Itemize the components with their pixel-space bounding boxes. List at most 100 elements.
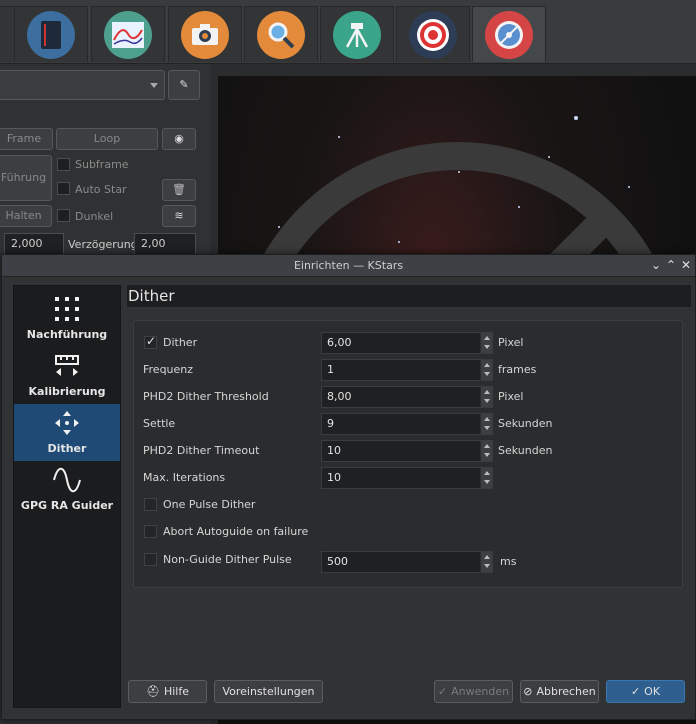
spin-buttons[interactable]	[480, 360, 492, 380]
camera-icon	[181, 10, 229, 59]
unit-label: Pixel	[498, 336, 524, 349]
module-tab-mount[interactable]	[320, 6, 394, 62]
star	[574, 116, 578, 120]
module-tab-alignment[interactable]	[91, 6, 165, 62]
page-title: Dither	[127, 285, 691, 307]
autostar-checkbox[interactable]	[57, 182, 70, 195]
guider-select-combo[interactable]	[0, 70, 165, 100]
non-guide-pulse-checkbox[interactable]	[144, 553, 157, 566]
timeout-spinbox[interactable]: 10	[321, 440, 493, 462]
non-guide-pulse-label: Non-Guide Dither Pulse	[163, 553, 292, 566]
delay-label: Verzögerung:	[68, 238, 142, 251]
subframe-label: Subframe	[75, 158, 129, 171]
spin-buttons[interactable]	[480, 441, 492, 461]
settle-spinbox[interactable]: 9	[321, 413, 493, 435]
edit-button[interactable]: ✎	[168, 70, 200, 100]
lifebuoy-icon: ⛑	[146, 685, 160, 698]
dialog-titlebar[interactable]: Einrichten — KStars ⌄ ⌃ ✕	[2, 255, 695, 277]
exposure-spinbox[interactable]: 2,000	[4, 233, 64, 255]
close-icon[interactable]: ✕	[679, 258, 693, 272]
module-tab-capture[interactable]	[168, 6, 242, 62]
abort-autoguide-checkbox[interactable]	[144, 525, 157, 538]
stop-button[interactable]: Halten	[0, 205, 52, 227]
target-icon	[409, 10, 457, 59]
module-tab-align[interactable]	[396, 6, 470, 62]
star	[278, 226, 280, 228]
star	[398, 241, 400, 243]
spin-buttons[interactable]	[480, 387, 492, 407]
spin-buttons[interactable]	[480, 414, 492, 434]
minimize-icon[interactable]: ⌄	[649, 258, 663, 272]
abort-autoguide-row: Abort Autoguide on failure	[134, 521, 684, 543]
sidebar-item-gpg-ra-guider[interactable]: GPG RA Guider	[14, 461, 120, 518]
non-guide-pulse-row: Non-Guide Dither Pulse 500 ms	[134, 551, 684, 573]
wave-icon: ≋	[174, 209, 184, 222]
crosshair-icon	[485, 10, 533, 59]
frame-button[interactable]: Frame	[0, 128, 53, 150]
star	[458, 171, 460, 173]
subframe-checkbox[interactable]	[57, 158, 70, 171]
cancel-icon: ⊘	[523, 685, 533, 698]
max-iterations-row: Max. Iterations 10	[134, 467, 684, 489]
sine-wave-icon	[14, 461, 120, 493]
check-icon: ✓	[630, 685, 641, 698]
one-pulse-checkbox[interactable]	[144, 498, 157, 511]
threshold-label: PHD2 Dither Threshold	[143, 390, 269, 403]
chevron-down-icon	[150, 83, 158, 88]
module-tab-focus[interactable]	[244, 6, 318, 62]
sidebar-item-kalibrierung[interactable]: Kalibrierung	[14, 347, 120, 404]
timeout-row: PHD2 Dither Timeout 10 Sekunden	[134, 440, 684, 462]
spin-buttons[interactable]	[480, 468, 492, 488]
frequency-spinbox[interactable]: 1	[321, 359, 493, 381]
maximize-icon[interactable]: ⌃	[664, 258, 678, 272]
sidebar-item-label: Kalibrierung	[28, 385, 106, 398]
clear-button[interactable]: 🗑	[162, 179, 196, 201]
abort-autoguide-label: Abort Autoguide on failure	[163, 525, 309, 538]
sidebar-item-nachfuehrung[interactable]: Nachführung	[14, 290, 120, 347]
threshold-spinbox[interactable]: 8,00	[321, 386, 493, 408]
non-guide-pulse-spinbox[interactable]: 500	[321, 551, 493, 573]
pencil-icon: ✎	[179, 78, 189, 91]
star	[518, 206, 520, 208]
dither-checkbox[interactable]	[144, 334, 157, 349]
max-iterations-spinbox[interactable]: 10	[321, 467, 493, 489]
one-pulse-row: One Pulse Dither	[134, 494, 684, 516]
move-arrows-icon	[14, 404, 120, 436]
ok-button[interactable]: ✓ OK	[606, 680, 685, 703]
dither-settings-group: Dither 6,00 Pixel Frequenz 1 frames PHD2…	[133, 320, 683, 588]
dark-label: Dunkel	[75, 210, 114, 223]
dialog-title: Einrichten — KStars	[293, 259, 404, 272]
sidebar-item-label: GPG RA Guider	[20, 499, 114, 512]
sidebar-item-dither[interactable]: Dither	[14, 404, 120, 461]
settings-dialog: Einrichten — KStars ⌄ ⌃ ✕ Nachführung Ka…	[1, 254, 696, 720]
notebook-icon	[27, 10, 75, 59]
spin-buttons[interactable]	[480, 552, 492, 572]
check-icon: ✓	[437, 685, 448, 698]
guide-button[interactable]: Führung	[0, 155, 52, 201]
settle-label: Settle	[143, 417, 176, 430]
spin-buttons[interactable]	[480, 333, 492, 353]
defaults-button[interactable]: Voreinstellungen	[214, 680, 323, 703]
dots-grid-icon	[14, 290, 120, 322]
max-iterations-label: Max. Iterations	[143, 471, 226, 484]
one-pulse-label: One Pulse Dither	[163, 498, 256, 511]
apply-button[interactable]: ✓ Anwenden	[434, 680, 513, 703]
cancel-button[interactable]: ⊘ Abbrechen	[520, 680, 599, 703]
magnifier-icon	[257, 10, 305, 59]
dither-row: Dither 6,00 Pixel	[134, 332, 684, 354]
help-button[interactable]: ⛑ Hilfe	[128, 680, 207, 703]
ruler-icon	[14, 347, 120, 379]
delay-spinbox[interactable]: 2,00	[134, 233, 196, 255]
settle-row: Settle 9 Sekunden	[134, 413, 684, 435]
star	[548, 156, 550, 158]
wave-button[interactable]: ≋	[162, 205, 196, 227]
module-tab-guide[interactable]	[472, 6, 546, 62]
loop-button[interactable]: Loop	[56, 128, 158, 150]
autostar-label: Auto Star	[75, 183, 127, 196]
star	[338, 136, 340, 138]
dark-checkbox[interactable]	[57, 209, 70, 222]
dither-pixel-spinbox[interactable]: 6,00	[321, 332, 493, 354]
eye-button[interactable]: ◉	[162, 128, 196, 150]
sidebar-item-label: Nachführung	[26, 328, 108, 341]
module-tab-notebook[interactable]	[14, 6, 88, 62]
